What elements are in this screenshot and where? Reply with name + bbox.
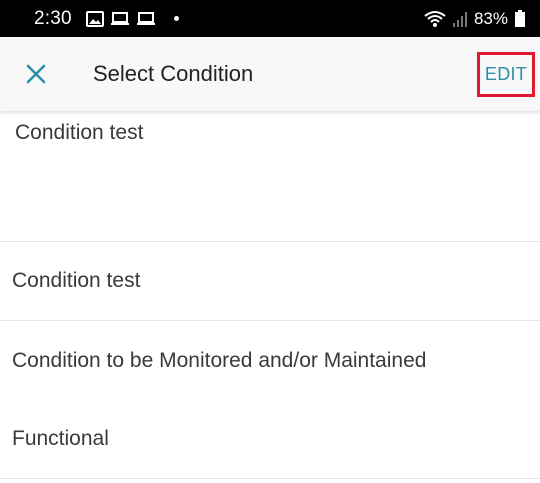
image-icon bbox=[85, 10, 104, 27]
list-item[interactable]: Condition to be Monitored and/or Maintai… bbox=[0, 321, 540, 400]
laptop-icon bbox=[136, 11, 155, 25]
condition-list: Condition test Condition test Condition … bbox=[0, 111, 540, 479]
laptop-icon bbox=[110, 11, 129, 25]
edit-button[interactable]: EDIT bbox=[477, 52, 535, 97]
close-button[interactable] bbox=[18, 56, 54, 92]
signal-icon bbox=[452, 11, 467, 27]
page-title: Select Condition bbox=[93, 61, 254, 86]
battery-percent: 83% bbox=[473, 8, 508, 28]
list-item[interactable]: Condition test bbox=[0, 242, 540, 321]
dot-icon bbox=[173, 16, 179, 21]
app-bar: Select Condition EDIT bbox=[0, 37, 540, 111]
status-bar: 2:30 83% bbox=[0, 0, 540, 37]
status-icons-left bbox=[85, 10, 179, 27]
status-icons-right: 83% bbox=[424, 9, 526, 29]
battery-icon bbox=[515, 9, 525, 27]
status-time: 2:30 bbox=[34, 7, 72, 29]
list-item[interactable]: Condition test bbox=[0, 111, 540, 242]
close-icon bbox=[26, 64, 46, 84]
list-item[interactable]: Functional bbox=[0, 400, 540, 479]
wifi-icon bbox=[424, 10, 446, 27]
